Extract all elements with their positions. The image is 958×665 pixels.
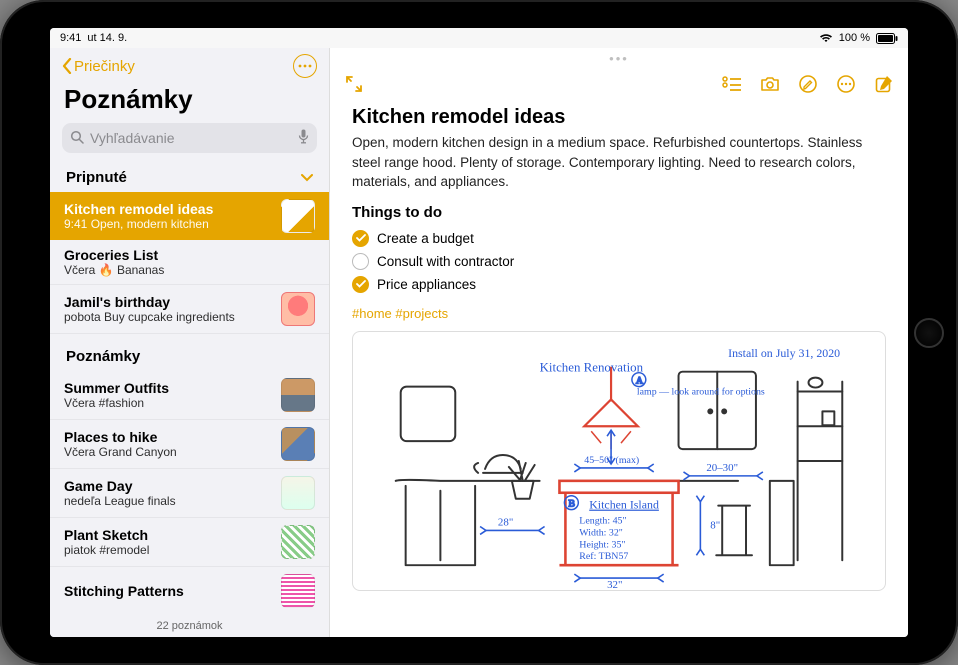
sketch-island-specs: Length: 45"Width: 32"Height: 35"Ref: TBN… — [579, 515, 628, 562]
note-thumbnail — [281, 199, 315, 233]
sketch-marker-a: A — [636, 375, 644, 386]
sketch-title: Kitchen Renovation — [540, 360, 644, 374]
checkbox-unchecked-icon[interactable] — [352, 253, 369, 270]
sidebar-footer: 22 poznámok — [50, 615, 329, 637]
note-item-groceries[interactable]: Groceries List Včera 🔥 Bananas — [50, 240, 329, 285]
note-title: Places to hike — [64, 429, 273, 445]
note-title: Summer Outfits — [64, 380, 273, 396]
more-menu-button[interactable] — [293, 54, 317, 78]
note-thumbnail — [281, 525, 315, 559]
note-title: Game Day — [64, 478, 273, 494]
pinned-header-label: Pripnuté — [66, 169, 127, 186]
checklist: Create a budget Consult with contractor … — [352, 227, 886, 296]
note-thumbnail — [281, 427, 315, 461]
note-thumbnail — [281, 476, 315, 510]
checklist-label: Create a budget — [377, 231, 474, 246]
sketch-install-date: Install on July 31, 2020 — [728, 345, 840, 359]
note-heading: Kitchen remodel ideas — [352, 106, 886, 129]
note-subtitle: Včera Grand Canyon — [64, 445, 273, 459]
search-icon — [70, 130, 84, 147]
note-title: Jamil's birthday — [64, 294, 273, 310]
note-toolbar — [330, 66, 908, 102]
sidebar-nav: Priečinky — [50, 48, 329, 80]
note-title: Stitching Patterns — [64, 583, 273, 599]
markup-icon[interactable] — [798, 74, 818, 94]
back-button[interactable]: Priečinky — [62, 58, 135, 75]
sketch-island-label: Kitchen Island — [589, 497, 659, 511]
dictate-icon[interactable] — [298, 129, 309, 147]
sketch-width-note: 45–50" (max) — [584, 455, 639, 466]
ipad-device-frame: 9:41 ut 14. 9. 100 % Priečinky — [0, 0, 958, 665]
chevron-down-icon — [301, 169, 313, 186]
note-thumbnail — [281, 378, 315, 412]
status-time: 9:41 — [60, 32, 81, 44]
checklist-icon[interactable] — [722, 74, 742, 94]
screen: 9:41 ut 14. 9. 100 % Priečinky — [50, 28, 908, 637]
checklist-label: Consult with contractor — [377, 254, 514, 269]
note-subtitle: piatok #remodel — [64, 543, 273, 557]
checkbox-checked-icon[interactable] — [352, 276, 369, 293]
wifi-icon — [819, 33, 833, 43]
note-subtitle: 9:41 Open, modern kitchen — [64, 217, 273, 231]
notes-header-label: Poznámky — [66, 348, 140, 365]
back-label: Priečinky — [74, 58, 135, 75]
note-item[interactable]: Summer Outfits Včera #fashion — [50, 371, 329, 420]
note-thumbnail — [281, 292, 315, 326]
note-subtitle: Včera #fashion — [64, 396, 273, 410]
note-content[interactable]: Kitchen remodel ideas Open, modern kitch… — [330, 102, 908, 637]
note-title: Plant Sketch — [64, 527, 273, 543]
checklist-item[interactable]: Price appliances — [352, 273, 886, 296]
home-button[interactable] — [914, 318, 944, 348]
notes-section-header[interactable]: Poznámky — [50, 334, 329, 371]
sketch-lamp-note: lamp — look around for options — [637, 386, 765, 397]
sidebar-title: Poznámky — [50, 80, 329, 123]
search-input[interactable]: Vyhľadávanie — [62, 123, 317, 153]
sketch-dim-bottom: 32" — [607, 579, 622, 590]
checklist-item[interactable]: Create a budget — [352, 227, 886, 250]
sidebar: Priečinky Poznámky Vyhľadávanie — [50, 48, 330, 637]
note-title: Kitchen remodel ideas — [64, 201, 273, 217]
kitchen-sketch-svg: Kitchen Renovation Install on July 31, 2… — [353, 332, 885, 590]
note-tags[interactable]: #home #projects — [352, 306, 886, 321]
note-item-birthday[interactable]: Jamil's birthday pobota Buy cupcake ingr… — [50, 285, 329, 334]
sketch-marker-b: B — [568, 498, 575, 509]
multitasking-grabber-icon[interactable]: ••• — [330, 48, 908, 66]
note-subtitle: nedeľa League finals — [64, 494, 273, 508]
compose-icon[interactable] — [874, 74, 894, 94]
search-placeholder: Vyhľadávanie — [90, 130, 175, 146]
note-item[interactable]: Places to hike Včera Grand Canyon — [50, 420, 329, 469]
note-title: Groceries List — [64, 247, 315, 263]
fullscreen-icon[interactable] — [344, 74, 364, 94]
note-list: Kitchen remodel ideas 9:41 Open, modern … — [50, 192, 329, 615]
note-item[interactable]: Game Day nedeľa League finals — [50, 469, 329, 518]
note-subtitle: pobota Buy cupcake ingredients — [64, 310, 273, 324]
note-subtitle: Včera 🔥 Bananas — [64, 263, 315, 277]
note-thumbnail — [281, 574, 315, 608]
sketch-dim-left: 28" — [498, 516, 513, 528]
checklist-label: Price appliances — [377, 277, 476, 292]
status-bar: 9:41 ut 14. 9. 100 % — [50, 28, 908, 48]
more-icon[interactable] — [836, 74, 856, 94]
note-item-kitchen[interactable]: Kitchen remodel ideas 9:41 Open, modern … — [50, 192, 329, 240]
checklist-item[interactable]: Consult with contractor — [352, 250, 886, 273]
note-item[interactable]: Plant Sketch piatok #remodel — [50, 518, 329, 567]
status-date: ut 14. 9. — [87, 32, 127, 44]
todo-heading: Things to do — [352, 204, 886, 221]
checkbox-checked-icon[interactable] — [352, 230, 369, 247]
sketch-dim-bar: 8" — [710, 519, 720, 531]
note-body-text: Open, modern kitchen design in a medium … — [352, 133, 886, 192]
pinned-section-header[interactable]: Pripnuté — [50, 163, 329, 192]
battery-percent: 100 % — [839, 32, 870, 44]
note-item[interactable]: Stitching Patterns — [50, 567, 329, 615]
note-detail-pane: ••• — [330, 48, 908, 637]
note-drawing[interactable]: Kitchen Renovation Install on July 31, 2… — [352, 331, 886, 591]
battery-icon — [876, 33, 898, 44]
sketch-dim-right: 20–30" — [706, 462, 738, 474]
camera-icon[interactable] — [760, 74, 780, 94]
